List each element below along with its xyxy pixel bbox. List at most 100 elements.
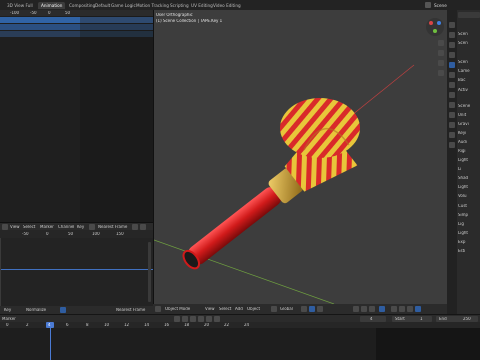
ruler-label: 100 bbox=[92, 232, 100, 236]
keyframe-row bbox=[80, 17, 153, 23]
pan-icon[interactable] bbox=[438, 50, 444, 56]
prop-label: Light bbox=[458, 158, 468, 162]
data-tab-icon[interactable] bbox=[449, 132, 455, 138]
graph-area[interactable] bbox=[0, 238, 153, 306]
x-axis-line bbox=[154, 239, 335, 304]
3d-viewport[interactable]: User Orthographic (1) Scene Collection |… bbox=[153, 10, 448, 314]
object-tab-icon[interactable] bbox=[449, 82, 455, 88]
material-shading-icon[interactable] bbox=[407, 306, 413, 312]
menu-add[interactable]: Add bbox=[235, 307, 245, 311]
prop-label: Scen bbox=[458, 60, 468, 64]
pivot-icon[interactable] bbox=[301, 306, 307, 312]
menu-object[interactable]: Object bbox=[247, 307, 263, 311]
channel-row[interactable] bbox=[0, 24, 80, 30]
prop-label: Light bbox=[458, 185, 468, 189]
frame-label: 6 bbox=[66, 323, 69, 327]
keyframe-area[interactable] bbox=[80, 16, 153, 222]
frame-label: 2 bbox=[26, 323, 29, 327]
particles-tab-icon[interactable] bbox=[449, 102, 455, 108]
render-tab-icon[interactable] bbox=[449, 32, 455, 38]
tool-tab-icon[interactable] bbox=[449, 22, 455, 28]
tab-video-editing[interactable]: Video Editing bbox=[210, 2, 244, 9]
prop-label: Unit bbox=[458, 113, 467, 117]
menu-view[interactable]: View bbox=[10, 225, 20, 229]
prop-label: Light bbox=[458, 231, 468, 235]
grid-line bbox=[0, 238, 1, 306]
prop-label: Esti bbox=[458, 249, 466, 253]
menu-select[interactable]: Select bbox=[219, 307, 233, 311]
prop-label: Scene bbox=[458, 104, 471, 108]
prop-label: Cust bbox=[458, 204, 467, 208]
menu-select[interactable]: Select bbox=[23, 225, 37, 229]
channel-row[interactable] bbox=[0, 17, 80, 23]
menu-channel[interactable]: Channel bbox=[58, 225, 74, 229]
camera-icon[interactable] bbox=[438, 60, 444, 66]
playhead-line bbox=[50, 328, 51, 360]
physics-tab-icon[interactable] bbox=[449, 112, 455, 118]
prop-label: Came bbox=[458, 69, 470, 73]
menu-key[interactable]: Key bbox=[77, 225, 85, 229]
snap-dropdown[interactable]: Nearest Frame bbox=[98, 225, 128, 229]
scene-icon[interactable] bbox=[425, 2, 431, 8]
ruler-label: -100 bbox=[10, 11, 20, 15]
editor-type-icon[interactable] bbox=[155, 306, 161, 312]
snap-dropdown-footer[interactable]: Nearest Frame bbox=[116, 308, 146, 312]
end-value: 250 bbox=[463, 317, 471, 321]
prop-label: Keyi bbox=[458, 131, 467, 135]
view-layer-tab-icon[interactable] bbox=[449, 52, 455, 58]
prop-label: Gravi bbox=[458, 122, 469, 126]
rendered-shading-icon[interactable] bbox=[415, 306, 421, 312]
wireframe-shading-icon[interactable] bbox=[391, 306, 397, 312]
overlay-icon[interactable] bbox=[369, 306, 375, 312]
frame-label: 16 bbox=[164, 323, 170, 327]
visibility-icon[interactable] bbox=[353, 306, 359, 312]
proportional-icon[interactable] bbox=[317, 306, 323, 312]
constraints-tab-icon[interactable] bbox=[449, 122, 455, 128]
tab-animation[interactable]: Animation bbox=[38, 2, 66, 9]
xray-icon[interactable] bbox=[379, 306, 385, 312]
ruler-label: 150 bbox=[116, 232, 124, 236]
ruler-label: 50 bbox=[65, 11, 71, 15]
scene-tab-icon[interactable] bbox=[449, 62, 455, 68]
snap-icon[interactable] bbox=[309, 306, 315, 312]
pin-icon[interactable] bbox=[60, 307, 66, 313]
navigation-gizmo[interactable] bbox=[426, 18, 444, 36]
scene-name[interactable]: Scene bbox=[434, 2, 474, 9]
end-label: End bbox=[439, 317, 447, 321]
tab-3d-view-full[interactable]: 3D View Full bbox=[4, 2, 36, 9]
prop-label: Scen bbox=[458, 32, 468, 36]
output-tab-icon[interactable] bbox=[449, 42, 455, 48]
menu-view[interactable]: View bbox=[205, 307, 217, 311]
material-tab-icon[interactable] bbox=[449, 142, 455, 148]
grid-icon[interactable] bbox=[438, 70, 444, 76]
menu-marker[interactable]: Marker bbox=[2, 317, 18, 321]
channel-list bbox=[0, 16, 81, 222]
x-axis-dot[interactable] bbox=[429, 21, 433, 25]
channel-row[interactable] bbox=[0, 31, 80, 37]
mode-dropdown[interactable]: Object Mode bbox=[165, 307, 197, 311]
props-labels: Scen Scen Scen Came Bac Activ Scene Unit… bbox=[458, 12, 480, 312]
paper-curl bbox=[280, 98, 360, 158]
zoom-icon[interactable] bbox=[438, 40, 444, 46]
world-tab-icon[interactable] bbox=[449, 72, 455, 78]
menu-marker[interactable]: Marker bbox=[40, 225, 54, 229]
scrollbar[interactable] bbox=[148, 242, 151, 302]
gizmo-toggle-icon[interactable] bbox=[361, 306, 367, 312]
transform-icon[interactable] bbox=[271, 306, 277, 312]
transform-orientation[interactable]: Global bbox=[280, 307, 296, 311]
normalize-toggle[interactable]: Normalize bbox=[26, 308, 50, 312]
frame-label: 18 bbox=[184, 323, 190, 327]
modifier-tab-icon[interactable] bbox=[449, 92, 455, 98]
keyframe-row bbox=[80, 24, 153, 30]
solid-shading-icon[interactable] bbox=[399, 306, 405, 312]
prop-label: Scen bbox=[458, 41, 468, 45]
z-axis-dot[interactable] bbox=[437, 21, 441, 25]
current-frame-value: 4 bbox=[370, 317, 373, 321]
horn-tube bbox=[187, 187, 282, 265]
properties-tabs bbox=[447, 10, 457, 314]
y-axis-dot[interactable] bbox=[433, 29, 437, 33]
menu-key-footer[interactable]: Key bbox=[4, 308, 12, 312]
ruler-label: 0 bbox=[46, 232, 49, 236]
start-value: 1 bbox=[420, 317, 423, 321]
timeline-area[interactable]: 0 2 4 6 8 10 12 14 16 18 20 22 24 bbox=[0, 322, 480, 360]
